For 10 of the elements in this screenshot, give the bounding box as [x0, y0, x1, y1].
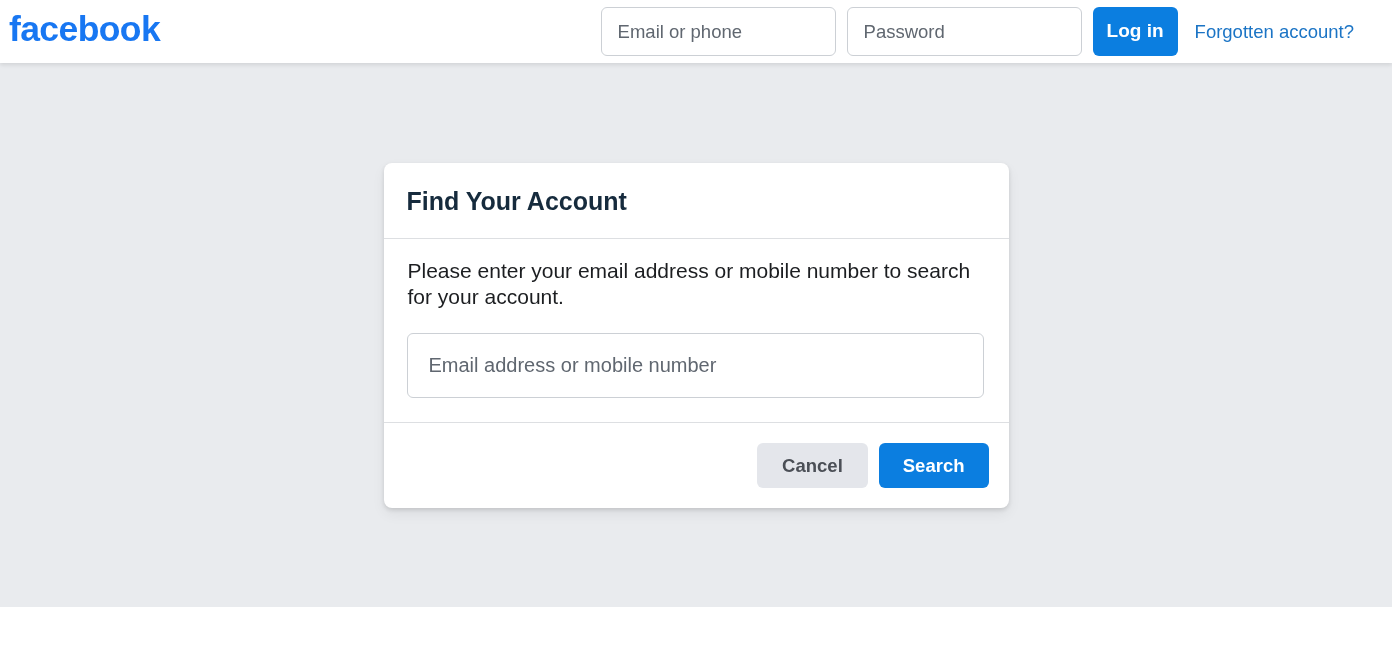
- email-field[interactable]: Email or phone: [600, 7, 836, 56]
- cancel-button[interactable]: Cancel: [757, 443, 868, 488]
- search-input-field[interactable]: Email address or mobile number: [406, 333, 984, 398]
- search-button[interactable]: Search: [878, 443, 989, 488]
- password-field[interactable]: Password: [846, 7, 1082, 56]
- facebook-logo[interactable]: facebook: [9, 11, 161, 52]
- dialog-title: Find Your Account: [406, 186, 627, 216]
- forgotten-account-link[interactable]: Forgotten account?: [1194, 17, 1354, 46]
- instruction-text: Please enter your email address or mobile number to search for your account.: [407, 258, 972, 310]
- login-button[interactable]: Log in: [1092, 7, 1178, 56]
